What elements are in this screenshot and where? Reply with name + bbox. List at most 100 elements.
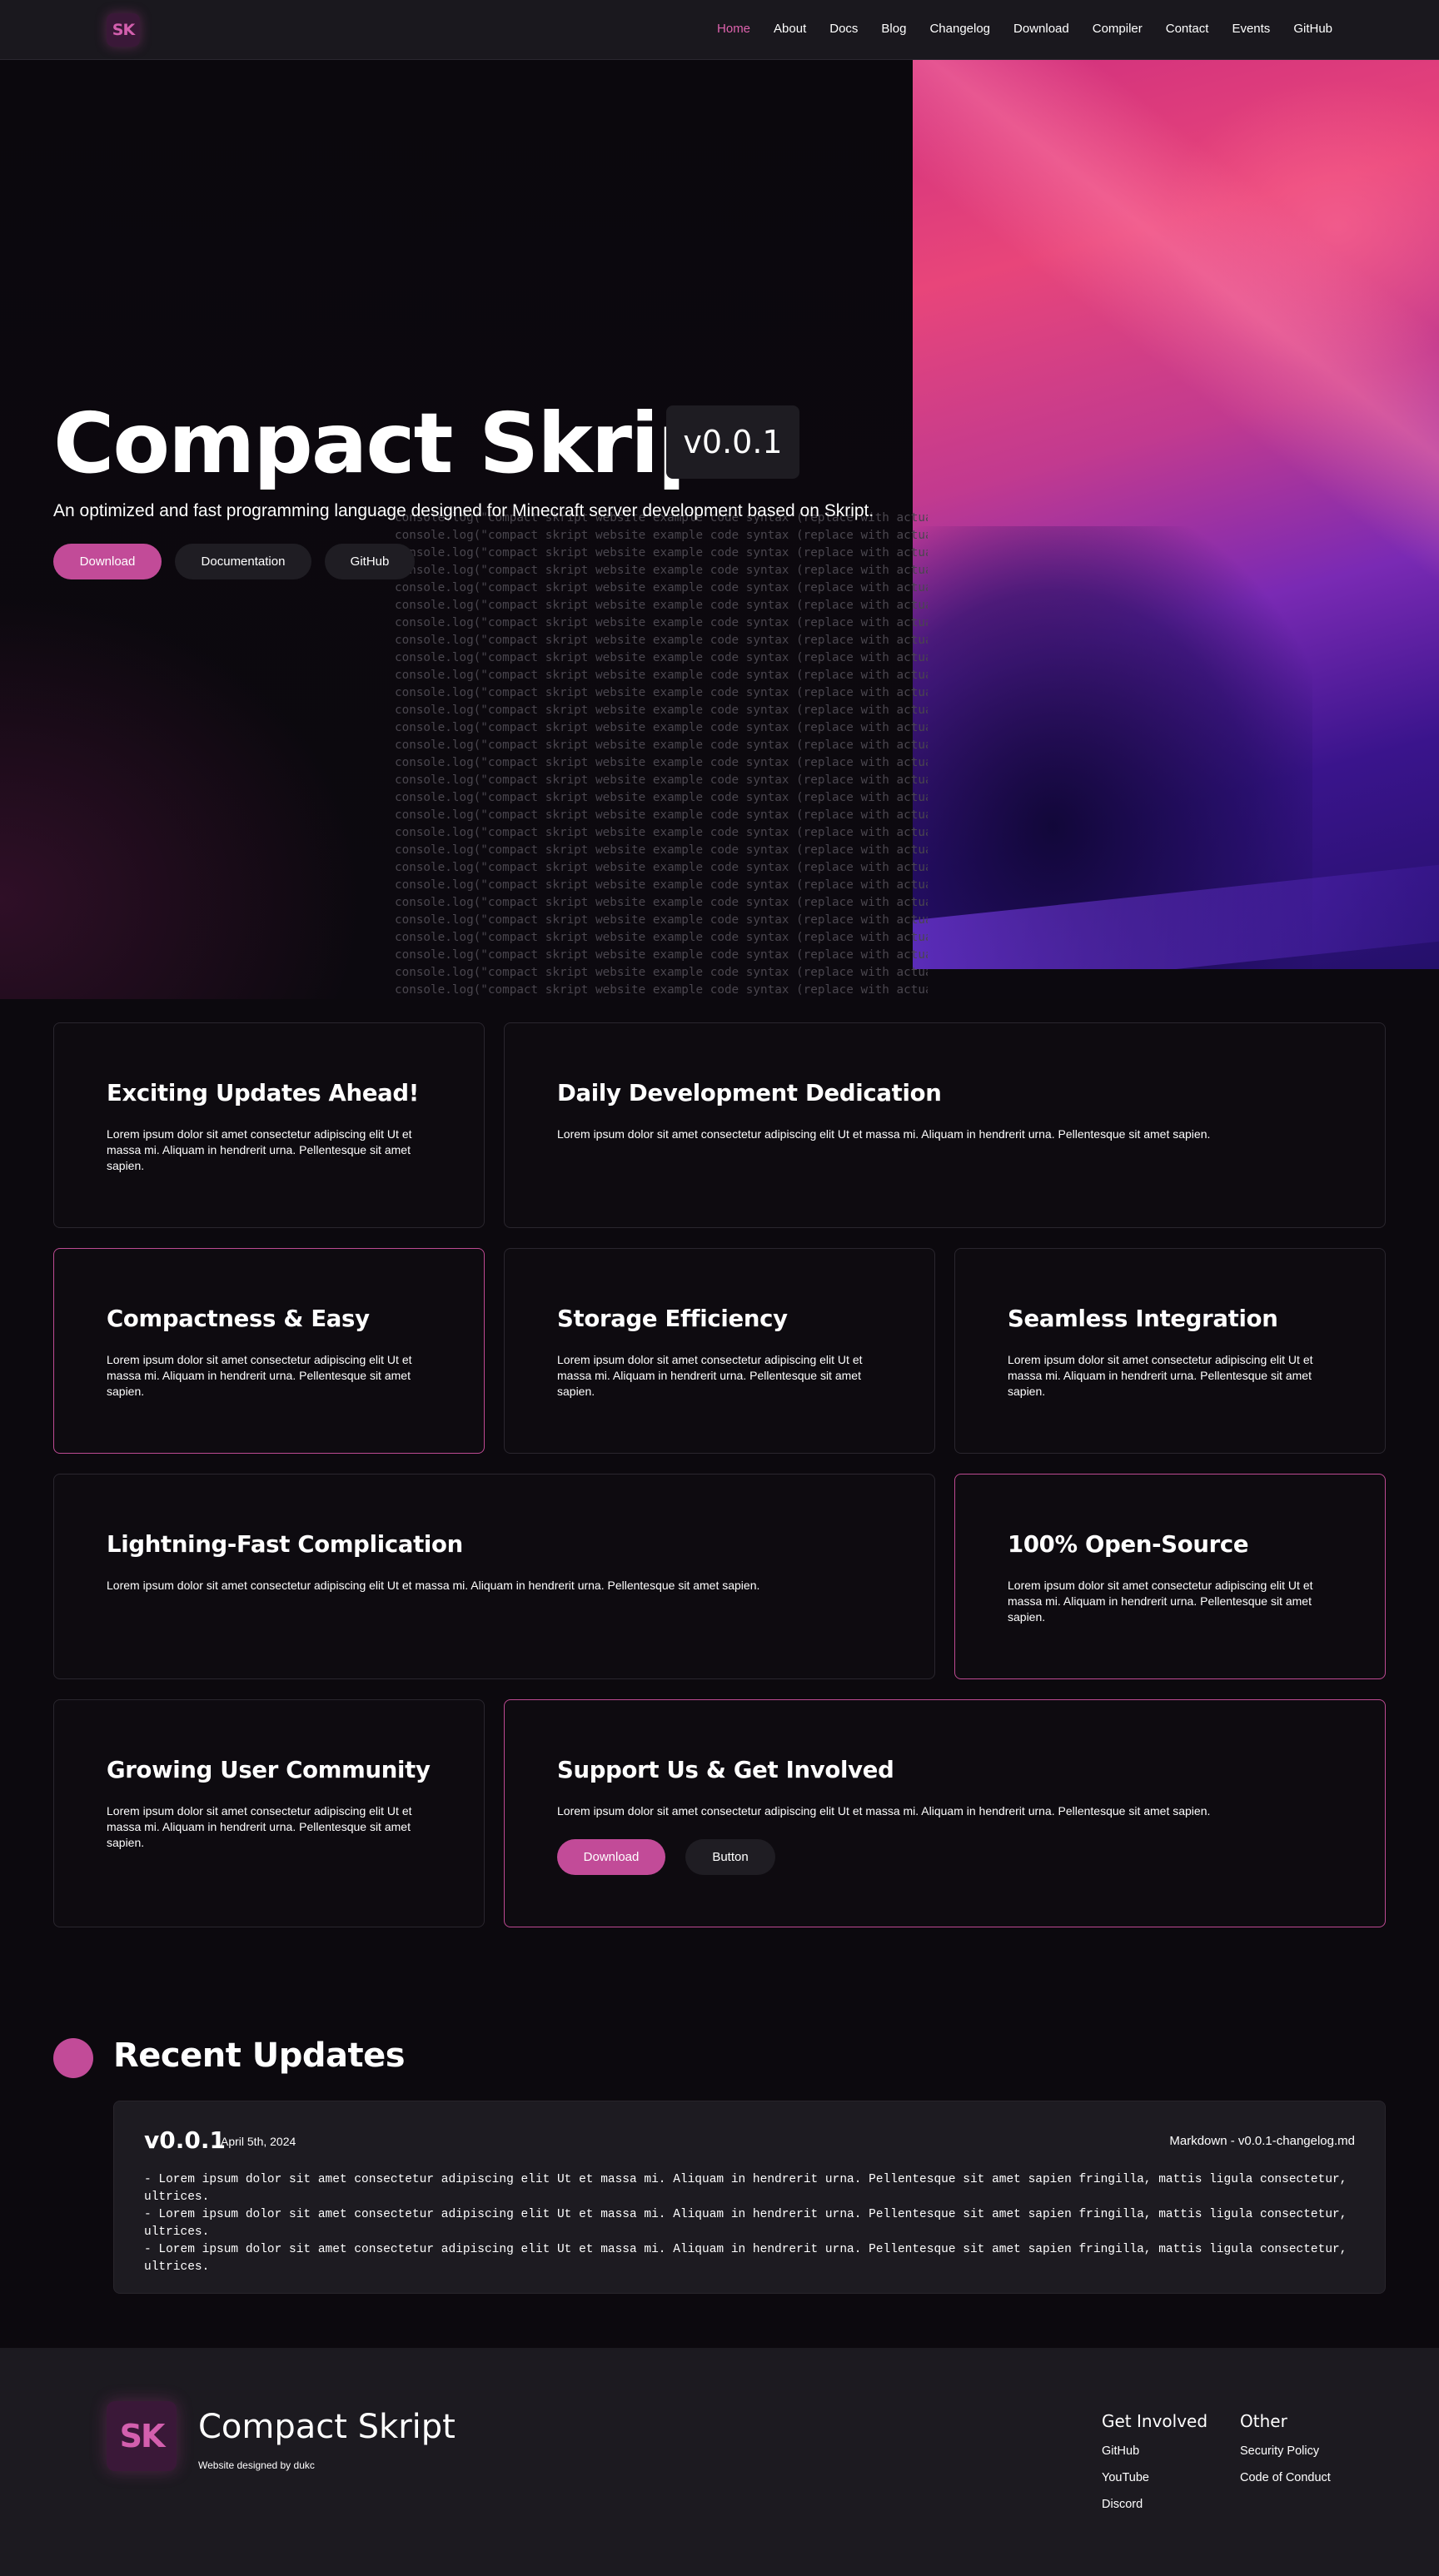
feature-card-updates: Exciting Updates Ahead! Lorem ipsum dolo…	[53, 1022, 485, 1228]
hero-title: Compact Skript	[53, 395, 755, 492]
code-line: console.log("compact skript website exam…	[395, 826, 928, 839]
code-line: console.log("compact skript website exam…	[395, 704, 928, 717]
code-line: console.log("compact skript website exam…	[395, 791, 928, 804]
feature-card-development: Daily Development Dedication Lorem ipsum…	[504, 1022, 1386, 1228]
footer-code-of-conduct-link[interactable]: Code of Conduct	[1240, 2471, 1331, 2484]
footer-column-title: Other	[1240, 2411, 1287, 2431]
footer-column-title: Get Involved	[1102, 2411, 1208, 2431]
code-line: console.log("compact skript website exam…	[395, 983, 928, 997]
code-line: console.log("compact skript website exam…	[395, 546, 928, 559]
version-badge: v0.0.1	[666, 405, 799, 479]
nav-home-link[interactable]: Home	[717, 22, 750, 36]
nav-changelog-link[interactable]: Changelog	[929, 22, 990, 36]
site-logo[interactable]: SK	[107, 13, 140, 47]
code-line: console.log("compact skript website exam…	[395, 808, 928, 822]
card-text: Lorem ipsum dolor sit amet consectetur a…	[557, 1127, 1211, 1141]
card-text: Lorem ipsum dolor sit amet consectetur a…	[107, 1804, 412, 1849]
card-text: Lorem ipsum dolor sit amet consectetur a…	[1008, 1579, 1313, 1624]
code-line: console.log("compact skript website exam…	[395, 599, 928, 612]
code-syntax-background: console.log("compact skript website exam…	[395, 510, 928, 1009]
code-line: console.log("compact skript website exam…	[395, 878, 928, 892]
code-line: console.log("compact skript website exam…	[395, 634, 928, 647]
card-title: Support Us & Get Involved	[557, 1757, 894, 1783]
card-text: Lorem ipsum dolor sit amet consectetur a…	[107, 1353, 412, 1398]
support-download-button[interactable]: Download	[557, 1839, 665, 1875]
changelog-line: - Lorem ipsum dolor sit amet consectetur…	[144, 2208, 1347, 2239]
nav-github-link[interactable]: GitHub	[1293, 22, 1332, 36]
card-title: Daily Development Dedication	[557, 1080, 942, 1106]
site-footer: SK Compact Skript Website designed by du…	[0, 2348, 1439, 2576]
code-line: console.log("compact skript website exam…	[395, 896, 928, 909]
card-title: Seamless Integration	[1008, 1305, 1278, 1332]
feature-card-storage: Storage Efficiency Lorem ipsum dolor sit…	[504, 1248, 935, 1454]
updates-dot-icon	[53, 2038, 93, 2078]
support-buttons: Download Button	[557, 1839, 1385, 1875]
card-text: Lorem ipsum dolor sit amet consectetur a…	[1008, 1353, 1313, 1398]
nav-blog-link[interactable]: Blog	[881, 22, 906, 36]
footer-youtube-link[interactable]: YouTube	[1102, 2471, 1207, 2484]
nav-events-link[interactable]: Events	[1232, 22, 1270, 36]
nav-download-link[interactable]: Download	[1013, 22, 1069, 36]
card-title: Exciting Updates Ahead!	[107, 1080, 420, 1106]
feature-card-open-source: 100% Open-Source Lorem ipsum dolor sit a…	[954, 1474, 1386, 1679]
code-line: console.log("compact skript website exam…	[395, 756, 928, 769]
nav-docs-link[interactable]: Docs	[829, 22, 858, 36]
nav-links: Home About Docs Blog Changelog Download …	[717, 22, 1332, 36]
footer-logo[interactable]: SK	[107, 2401, 177, 2471]
card-text: Lorem ipsum dolor sit amet consectetur a…	[107, 1127, 412, 1172]
feature-card-lightning: Lightning-Fast Complication Lorem ipsum …	[53, 1474, 935, 1679]
code-line: console.log("compact skript website exam…	[395, 843, 928, 857]
card-title: Growing User Community	[107, 1757, 431, 1783]
support-generic-button[interactable]: Button	[685, 1839, 775, 1875]
code-line: console.log("compact skript website exam…	[395, 966, 928, 979]
footer-site-name: Compact Skript	[198, 2408, 456, 2446]
nav-compiler-link[interactable]: Compiler	[1093, 22, 1143, 36]
feature-card-support: Support Us & Get Involved Lorem ipsum do…	[504, 1699, 1386, 1927]
hero-subtitle: An optimized and fast programming langua…	[53, 501, 874, 520]
code-line: console.log("compact skript website exam…	[395, 773, 928, 787]
changelog-line: - Lorem ipsum dolor sit amet consectetur…	[144, 2243, 1347, 2274]
code-line: console.log("compact skript website exam…	[395, 669, 928, 682]
feature-card-integration: Seamless Integration Lorem ipsum dolor s…	[954, 1248, 1386, 1454]
feature-card-compactness: Compactness & Easy Lorem ipsum dolor sit…	[53, 1248, 485, 1454]
code-line: console.log("compact skript website exam…	[395, 651, 928, 664]
code-line: console.log("compact skript website exam…	[395, 686, 928, 699]
footer-github-link[interactable]: GitHub	[1102, 2444, 1207, 2458]
changelog-body: - Lorem ipsum dolor sit amet consectetur…	[144, 2171, 1360, 2276]
feature-card-community: Growing User Community Lorem ipsum dolor…	[53, 1699, 485, 1927]
changelog-line: - Lorem ipsum dolor sit amet consectetur…	[144, 2173, 1347, 2204]
hero-download-button[interactable]: Download	[53, 544, 162, 579]
code-line: console.log("compact skript website exam…	[395, 564, 928, 577]
card-text: Lorem ipsum dolor sit amet consectetur a…	[557, 1804, 1211, 1818]
code-line: console.log("compact skript website exam…	[395, 948, 928, 962]
nav-contact-link[interactable]: Contact	[1166, 22, 1209, 36]
footer-discord-link[interactable]: Discord	[1102, 2498, 1207, 2511]
code-line: console.log("compact skript website exam…	[395, 721, 928, 734]
recent-updates-heading: Recent Updates	[113, 2036, 406, 2075]
card-title: Compactness & Easy	[107, 1305, 370, 1332]
code-line: console.log("compact skript website exam…	[395, 581, 928, 594]
footer-other: Other Security Policy Code of Conduct	[1240, 2411, 1331, 2498]
code-line: console.log("compact skript website exam…	[395, 931, 928, 944]
changelog-card: v0.0.1 April 5th, 2024 Markdown - v0.0.1…	[113, 2101, 1386, 2294]
hero-github-button[interactable]: GitHub	[325, 544, 415, 579]
code-line: console.log("compact skript website exam…	[395, 913, 928, 927]
code-line: console.log("compact skript website exam…	[395, 616, 928, 629]
hero-documentation-button[interactable]: Documentation	[175, 544, 311, 579]
code-line: console.log("compact skript website exam…	[395, 529, 928, 542]
card-text: Lorem ipsum dolor sit amet consectetur a…	[557, 1353, 863, 1398]
code-line: console.log("compact skript website exam…	[395, 738, 928, 752]
top-navigation: SK Home About Docs Blog Changelog Downlo…	[0, 0, 1439, 60]
card-title: Lightning-Fast Complication	[107, 1531, 463, 1558]
changelog-version: v0.0.1	[144, 2126, 226, 2154]
hero-artwork-image	[913, 60, 1439, 969]
card-title: Storage Efficiency	[557, 1305, 788, 1332]
card-title: 100% Open-Source	[1008, 1531, 1249, 1558]
footer-credit: Website designed by dukc	[198, 2459, 315, 2471]
nav-about-link[interactable]: About	[774, 22, 806, 36]
hero-buttons: Download Documentation GitHub	[53, 544, 415, 579]
changelog-filename[interactable]: Markdown - v0.0.1-changelog.md	[1169, 2134, 1355, 2148]
code-line: console.log("compact skript website exam…	[395, 861, 928, 874]
footer-security-policy-link[interactable]: Security Policy	[1240, 2444, 1331, 2458]
card-text: Lorem ipsum dolor sit amet consectetur a…	[107, 1579, 760, 1592]
